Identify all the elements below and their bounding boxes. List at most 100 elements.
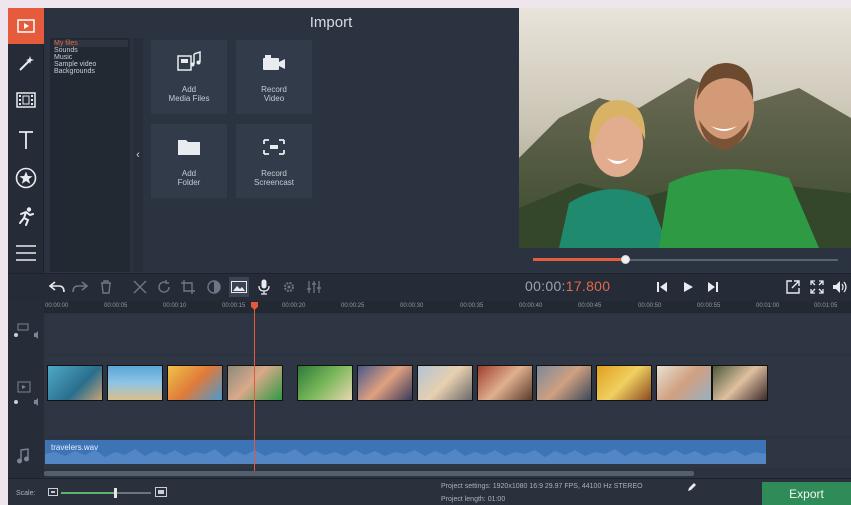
video-clip[interactable]: [167, 365, 223, 401]
list-item-my-files[interactable]: My files: [54, 40, 128, 47]
export-button[interactable]: Export: [762, 482, 851, 505]
timeline-scrollbar[interactable]: [44, 471, 694, 476]
pencil-icon[interactable]: [687, 482, 697, 492]
play-icon[interactable]: [678, 277, 698, 297]
audio-clip[interactable]: travelers.wav: [45, 440, 766, 464]
ruler-tick: 00:00:10: [163, 303, 187, 309]
magic-wand-icon[interactable]: [8, 46, 44, 82]
ruler-tick: 00:00:30: [400, 303, 424, 309]
screencast-icon: [236, 133, 312, 161]
ruler-tick: 00:01:00: [756, 303, 780, 309]
ruler-tick: 00:00:45: [578, 303, 602, 309]
zoom-in-icon[interactable]: [155, 487, 167, 497]
add-folder-button[interactable]: Add Folder: [151, 124, 227, 198]
tile-line1: Record: [261, 169, 287, 178]
video-preview: [519, 8, 851, 248]
seek-handle[interactable]: [620, 255, 630, 264]
color-adjust-icon[interactable]: [204, 277, 224, 297]
ruler-tick: 00:00:40: [519, 303, 543, 309]
video-clip[interactable]: [656, 365, 712, 401]
list-item-sounds[interactable]: Sounds: [54, 47, 130, 54]
title-track-icons: [14, 323, 38, 339]
skip-back-icon[interactable]: [652, 277, 672, 297]
tile-line2: Folder: [177, 178, 201, 187]
ruler-tick: 00:00:05: [104, 303, 128, 309]
scale-label: Scale:: [16, 490, 36, 497]
runner-icon[interactable]: [8, 198, 44, 234]
audio-waveform: [45, 449, 766, 464]
timecode-display: 00:00:17.800: [525, 278, 610, 294]
video-clip[interactable]: [712, 365, 768, 401]
star-icon[interactable]: [8, 160, 44, 196]
list-item-sample-video[interactable]: Sample video: [54, 61, 130, 68]
playhead[interactable]: [254, 305, 255, 473]
import-title: Import: [309, 14, 353, 31]
ruler-tick: 00:00:55: [697, 303, 721, 309]
detach-preview-icon[interactable]: [783, 277, 803, 297]
zoom-out-icon[interactable]: [48, 488, 58, 496]
ruler-tick: 00:00:25: [341, 303, 365, 309]
video-clip[interactable]: [357, 365, 413, 401]
scale-slider[interactable]: [61, 488, 151, 498]
ruler-tick: 00:00:35: [460, 303, 484, 309]
music-note-icon: [17, 448, 29, 464]
image-icon[interactable]: [229, 277, 249, 297]
import-icon[interactable]: [8, 8, 44, 44]
timecode-prefix: 00:00:: [525, 278, 566, 294]
add-media-files-button[interactable]: Add Media Files: [151, 40, 227, 114]
tile-line2: Media Files: [168, 94, 210, 103]
text-icon[interactable]: [8, 122, 44, 158]
folder-icon: [151, 133, 227, 161]
list-icon[interactable]: [8, 235, 44, 271]
project-settings-text: Project settings: 1920x1080 16:9 29.97 F…: [441, 483, 643, 490]
video-clip[interactable]: [417, 365, 473, 401]
ruler-tick: 00:00:50: [638, 303, 662, 309]
ruler-tick: 00:01:05: [814, 303, 838, 309]
seek-progress: [533, 258, 625, 261]
equalizer-icon[interactable]: [304, 277, 324, 297]
audio-clip-label: travelers.wav: [51, 443, 99, 452]
record-video-button[interactable]: Record Video: [236, 40, 312, 114]
tool-rail: [8, 8, 44, 273]
video-clip[interactable]: [477, 365, 533, 401]
video-clip[interactable]: [536, 365, 592, 401]
crop-icon[interactable]: [178, 277, 198, 297]
video-clip[interactable]: [596, 365, 652, 401]
video-clip[interactable]: [107, 365, 163, 401]
undo-icon[interactable]: [47, 277, 67, 297]
ruler-tick: 00:00:00: [45, 303, 69, 309]
fullscreen-icon[interactable]: [807, 277, 827, 297]
video-clip[interactable]: [47, 365, 103, 401]
rotate-icon[interactable]: [154, 277, 174, 297]
list-item-music[interactable]: Music: [54, 54, 130, 61]
volume-icon[interactable]: [830, 277, 850, 297]
trash-icon[interactable]: [96, 277, 116, 297]
record-screencast-button[interactable]: Record Screencast: [236, 124, 312, 198]
file-category-list: My files Sounds Music Sample video Backg…: [50, 38, 130, 272]
video-track-icons: [14, 381, 38, 406]
tile-line1: Add: [181, 169, 197, 178]
project-length-text: Project length: 01:00: [441, 496, 506, 503]
timecode-current: 17.800: [565, 278, 611, 294]
tile-line2: Screencast: [253, 178, 295, 187]
seek-bar[interactable]: [519, 248, 851, 270]
skip-forward-icon[interactable]: [703, 277, 723, 297]
cut-icon[interactable]: [130, 277, 150, 297]
microphone-icon[interactable]: [254, 277, 274, 297]
collapse-panel-button[interactable]: ‹: [133, 38, 143, 272]
list-item-backgrounds[interactable]: Backgrounds: [54, 68, 130, 75]
redo-icon[interactable]: [70, 277, 90, 297]
video-clip[interactable]: [297, 365, 353, 401]
scale-slider-fill: [61, 492, 116, 494]
title-track[interactable]: [44, 314, 851, 354]
scale-slider-handle[interactable]: [114, 488, 117, 498]
gear-icon[interactable]: [279, 277, 299, 297]
video-editor-window: Import My files Sounds Music Sample vide…: [8, 8, 851, 505]
tile-line2: Video: [263, 94, 285, 103]
ruler-tick: 00:00:15: [222, 303, 246, 309]
video-clip[interactable]: [227, 365, 283, 401]
time-ruler: 00:00:00 00:00:05 00:00:10 00:00:15 00:0…: [44, 301, 851, 313]
camera-icon: [236, 49, 312, 77]
tile-line1: Add: [181, 85, 197, 94]
filmstrip-icon[interactable]: [8, 82, 44, 118]
